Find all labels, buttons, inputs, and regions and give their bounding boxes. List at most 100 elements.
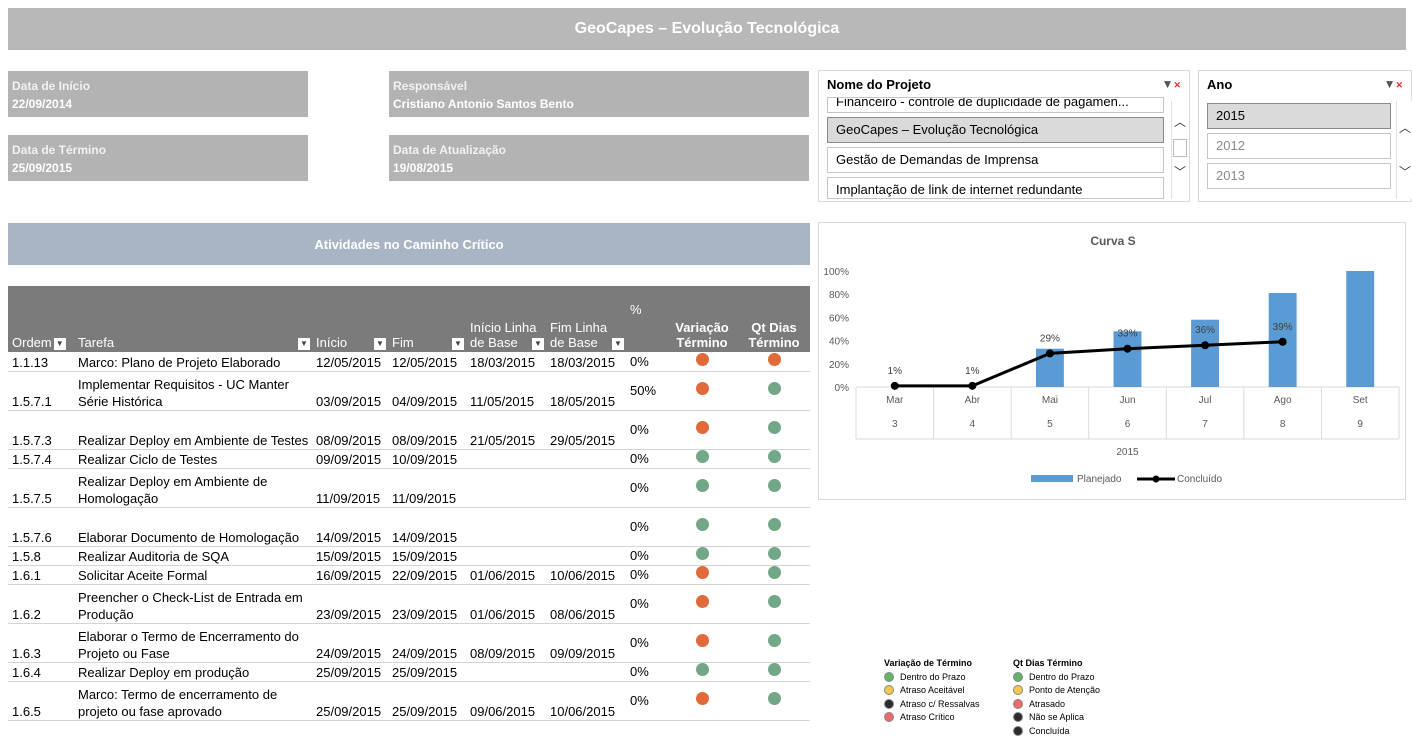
project-slicer-item[interactable]: GeoCapes – Evolução Tecnológica xyxy=(827,117,1164,143)
scroll-up-icon[interactable]: ︿ xyxy=(1397,119,1412,136)
cell-pct: 0% xyxy=(626,584,666,624)
scroll-down-icon[interactable]: ﹀ xyxy=(1172,163,1188,180)
cell-inicio-base xyxy=(466,449,546,469)
critical-path-title: Atividades no Caminho Crítico xyxy=(8,223,810,265)
status-dot-icon xyxy=(767,421,781,434)
cell-inicio-base xyxy=(466,662,546,682)
cell-pct: 50% xyxy=(626,371,666,411)
data-label: 33% xyxy=(1117,329,1137,340)
owner-box: Responsável Cristiano Antonio Santos Ben… xyxy=(389,71,809,117)
year-slicer-item[interactable]: 2013 xyxy=(1207,163,1391,189)
filter-dropdown-icon[interactable]: ▼ xyxy=(298,338,310,350)
year-slicer-scrollbar[interactable]: ︿ ﹀ xyxy=(1396,101,1412,199)
cell-fim-base: 18/03/2015 xyxy=(546,352,626,372)
dashboard-title: GeoCapes – Evolução Tecnológica xyxy=(8,8,1406,50)
cell-variacao xyxy=(666,565,736,585)
status-dot-icon xyxy=(767,634,781,647)
status-dot-icon xyxy=(695,547,709,560)
status-dot-icon xyxy=(767,450,781,463)
table-row: 1.6.1 Solicitar Aceite Formal 16/09/2015 22… xyxy=(8,565,810,585)
year-slicer-item[interactable]: 2012 xyxy=(1207,133,1391,159)
end-date-label: Data de Término xyxy=(12,143,107,157)
cell-inicio: 24/09/2015 xyxy=(312,623,388,663)
status-dot-icon xyxy=(695,692,709,705)
x-tick-label: Mai xyxy=(1042,395,1058,406)
end-date-value: 25/09/2015 xyxy=(12,161,73,175)
update-date-value: 19/08/2015 xyxy=(393,161,454,175)
status-dot-icon xyxy=(767,547,781,560)
scroll-thumb[interactable] xyxy=(1173,139,1187,157)
col-qt-dias: Qt Dias Término xyxy=(748,320,800,350)
table-row: 1.5.7.1 Implementar Requisitos - UC Mante… xyxy=(8,371,810,411)
project-slicer-item[interactable]: Implantação de link de internet redundan… xyxy=(827,177,1164,199)
cell-pct: 0% xyxy=(626,352,666,372)
line-concluido xyxy=(894,340,1283,388)
status-dot-icon xyxy=(695,479,709,492)
year-slicer-item[interactable]: 2015 xyxy=(1207,103,1391,129)
clear-filter-icon[interactable]: ▼✕ xyxy=(1384,77,1403,91)
cell-ordem: 1.6.3 xyxy=(8,623,74,663)
cell-inicio: 14/09/2015 xyxy=(312,507,388,547)
cell-fim: 11/09/2015 xyxy=(388,468,466,508)
status-dot-icon xyxy=(695,566,709,579)
project-slicer-scrollbar[interactable]: ︿ ﹀ xyxy=(1171,101,1187,199)
col-inicio-base[interactable]: Início Linha de Base ▼ xyxy=(466,286,546,352)
y-tick-label: 0% xyxy=(835,383,850,394)
x-sub-tick-label: 5 xyxy=(1047,419,1053,430)
legend-item: Atraso Crítico xyxy=(884,711,1014,725)
cell-fim: 15/09/2015 xyxy=(388,546,466,566)
legend-dot-icon xyxy=(884,698,894,709)
cell-inicio: 03/09/2015 xyxy=(312,371,388,411)
start-date-box: Data de Início 22/09/2014 xyxy=(8,71,308,117)
table-row: 1.6.5 Marco: Termo de encerramento de pro… xyxy=(8,681,810,721)
x-sub-tick-label: 8 xyxy=(1280,419,1286,430)
col-fim-base[interactable]: Fim Linha de Base ▼ xyxy=(546,286,626,352)
filter-dropdown-icon[interactable]: ▼ xyxy=(53,337,66,350)
cell-tarefa: Realizar Auditoria de SQA xyxy=(74,546,312,566)
cell-fim: 25/09/2015 xyxy=(388,662,466,682)
cell-inicio: 15/09/2015 xyxy=(312,546,388,566)
filter-dropdown-icon[interactable]: ▼ xyxy=(374,338,386,350)
legend-item: Concluída xyxy=(1013,724,1143,738)
owner-label: Responsável xyxy=(393,79,468,93)
point-concluido xyxy=(1278,337,1287,346)
col-ordem[interactable]: Ordem ▼ xyxy=(8,286,74,352)
cell-pct: 0% xyxy=(626,565,666,585)
data-label: 39% xyxy=(1273,322,1293,333)
cell-fim: 08/09/2015 xyxy=(388,410,466,450)
legend-item: Dentro do Prazo xyxy=(1013,670,1143,684)
cell-ordem: 1.5.7.6 xyxy=(8,507,74,547)
scroll-up-icon[interactable]: ︿ xyxy=(1172,113,1188,130)
y-tick-label: 80% xyxy=(829,290,849,301)
col-inicio[interactable]: Início ▼ xyxy=(312,286,388,352)
filter-dropdown-icon[interactable]: ▼ xyxy=(452,338,464,350)
update-date-box: Data de Atualização 19/08/2015 xyxy=(389,135,809,181)
cell-inicio: 16/09/2015 xyxy=(312,565,388,585)
cell-tarefa: Implementar Requisitos - UC Manter Série… xyxy=(74,371,312,411)
y-tick-label: 100% xyxy=(823,267,849,278)
cell-tarefa: Realizar Deploy em Ambiente de Homologaç… xyxy=(74,468,312,508)
project-slicer-item[interactable]: Financeiro - controle de duplicidade de … xyxy=(827,97,1164,113)
cell-pct: 0% xyxy=(626,449,666,469)
col-fim[interactable]: Fim ▼ xyxy=(388,286,466,352)
scroll-down-icon[interactable]: ﹀ xyxy=(1397,163,1412,180)
critical-path-table: Ordem ▼ Tarefa ▼ Início ▼ Fim ▼ Início Linha… xyxy=(8,286,810,721)
cell-variacao xyxy=(666,662,736,682)
status-dot-icon xyxy=(695,518,709,531)
cell-inicio: 12/05/2015 xyxy=(312,352,388,372)
project-slicer-item[interactable]: Gestão de Demandas de Imprensa xyxy=(827,147,1164,173)
cell-ordem: 1.5.8 xyxy=(8,546,74,566)
legend-label: Dentro do Prazo xyxy=(900,671,966,682)
filter-dropdown-icon[interactable]: ▼ xyxy=(612,338,624,350)
cell-variacao xyxy=(666,623,736,663)
cell-inicio-base: 11/05/2015 xyxy=(466,371,546,411)
col-tarefa[interactable]: Tarefa ▼ xyxy=(74,286,312,352)
cell-qt-dias xyxy=(736,584,810,624)
clear-filter-icon[interactable]: ▼✕ xyxy=(1162,77,1181,91)
table-header-row: Ordem ▼ Tarefa ▼ Início ▼ Fim ▼ Início Linha… xyxy=(8,286,810,352)
filter-dropdown-icon[interactable]: ▼ xyxy=(532,338,544,350)
year-slicer: Ano ▼✕ 2015 2012 2013 ︿ ﹀ xyxy=(1198,70,1412,202)
legend-label: Atrasado xyxy=(1029,698,1066,709)
cell-fim: 10/09/2015 xyxy=(388,449,466,469)
cell-qt-dias xyxy=(736,352,810,372)
